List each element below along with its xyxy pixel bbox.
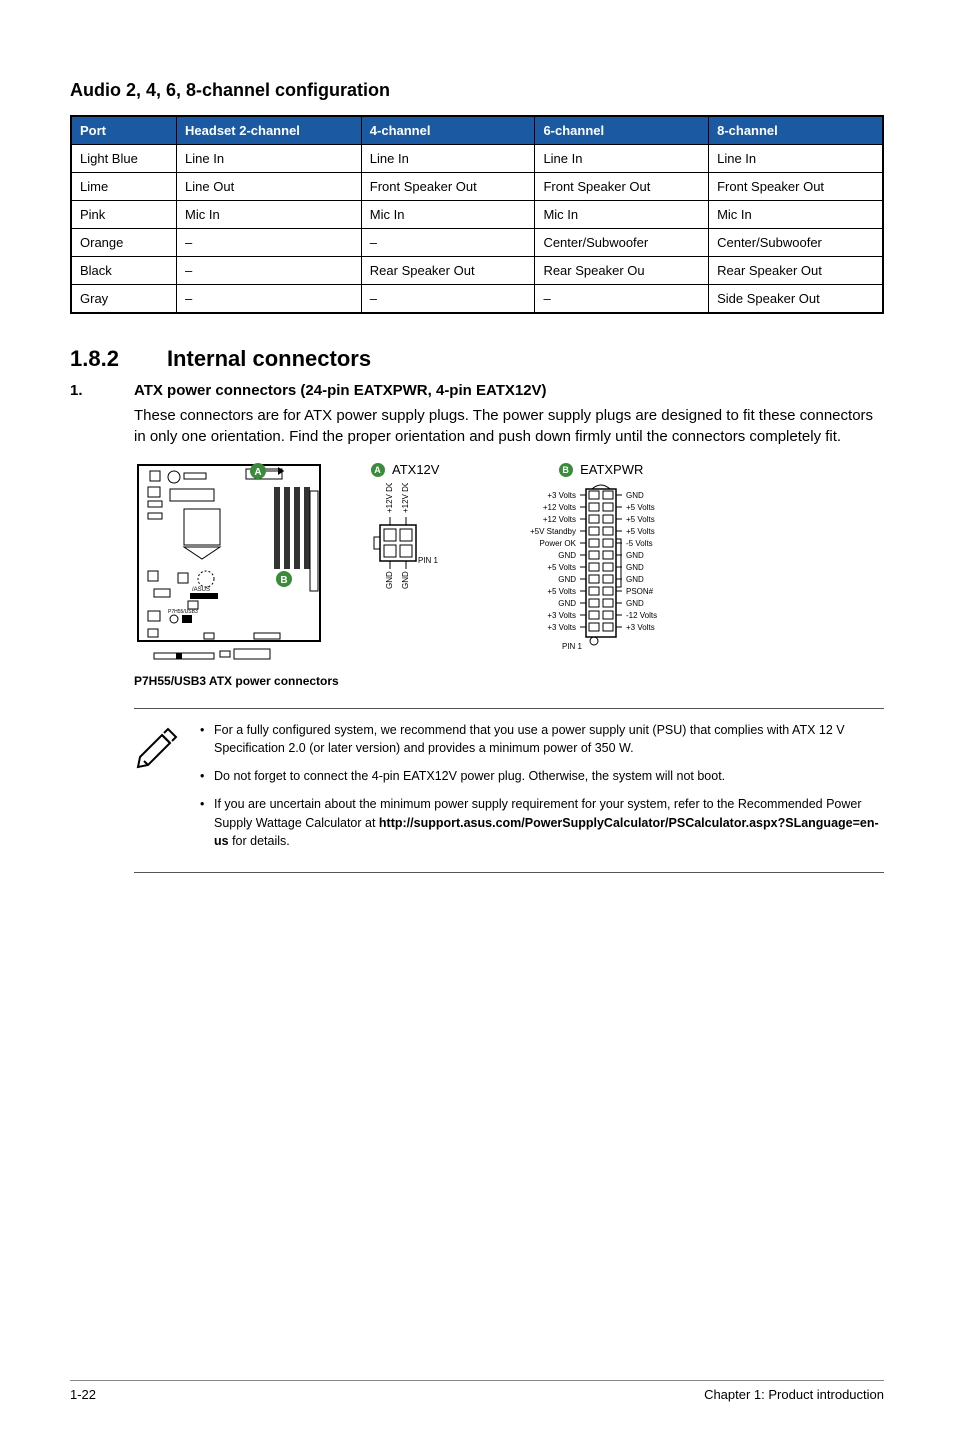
th-4ch: 4-channel (361, 116, 535, 145)
svg-text:GND: GND (401, 571, 410, 589)
footer-chapter: Chapter 1: Product introduction (704, 1387, 884, 1402)
table-row: LimeLine OutFront Speaker OutFront Speak… (71, 173, 883, 201)
connector-diagram: A B /ASUS P7H55/USB3 (134, 461, 884, 688)
table-cell: Mic In (177, 201, 362, 229)
svg-text:+5 Volts: +5 Volts (626, 515, 655, 524)
audio-config-table: Port Headset 2-channel 4-channel 6-chann… (70, 115, 884, 314)
table-cell: Gray (71, 285, 177, 314)
table-cell: – (535, 285, 709, 314)
table-row: Orange––Center/SubwooferCenter/Subwoofer (71, 229, 883, 257)
item1-body: These connectors are for ATX power suppl… (134, 405, 884, 447)
table-cell: – (361, 285, 535, 314)
table-cell: Rear Speaker Out (361, 257, 535, 285)
table-cell: Mic In (361, 201, 535, 229)
table-cell: Line In (361, 145, 535, 173)
table-row: Light BlueLine InLine InLine InLine In (71, 145, 883, 173)
list-item: Do not forget to connect the 4-pin EATX1… (200, 767, 884, 785)
svg-text:+12 Volts: +12 Volts (543, 515, 576, 524)
svg-text:PIN 1: PIN 1 (418, 556, 439, 565)
svg-text:+5 Volts: +5 Volts (626, 527, 655, 536)
svg-text:P7H55/USB3: P7H55/USB3 (168, 609, 198, 615)
table-cell: Pink (71, 201, 177, 229)
diagram-caption: P7H55/USB3 ATX power connectors (134, 674, 884, 688)
section-number: 1.8.2 (70, 346, 119, 372)
audio-config-title: Audio 2, 4, 6, 8-channel configuration (70, 80, 884, 101)
table-cell: Front Speaker Out (361, 173, 535, 201)
th-port: Port (71, 116, 177, 145)
table-row: Gray–––Side Speaker Out (71, 285, 883, 314)
svg-text:-5 Volts: -5 Volts (626, 539, 653, 548)
table-cell: Mic In (709, 201, 883, 229)
svg-text:+3 Volts: +3 Volts (547, 491, 576, 500)
th-2ch: Headset 2-channel (177, 116, 362, 145)
svg-text:A: A (254, 467, 261, 478)
svg-text:GND: GND (558, 551, 576, 560)
th-8ch: 8-channel (709, 116, 883, 145)
list-item: For a fully configured system, we recomm… (200, 721, 884, 757)
item1-number: 1. (70, 382, 106, 399)
table-cell: Side Speaker Out (709, 285, 883, 314)
table-cell: Line In (177, 145, 362, 173)
svg-text:GND: GND (626, 563, 644, 572)
svg-text:+3 Volts: +3 Volts (547, 611, 576, 620)
marker-a-icon: A (371, 463, 385, 477)
page-footer: 1-22 Chapter 1: Product introduction (70, 1380, 884, 1402)
atx12v-label: ATX12V (392, 462, 439, 477)
svg-text:+5 Volts: +5 Volts (547, 563, 576, 572)
svg-text:/ASUS: /ASUS (192, 587, 210, 593)
svg-text:-12 Volts: -12 Volts (626, 611, 657, 620)
svg-text:+5 Volts: +5 Volts (626, 503, 655, 512)
table-cell: Center/Subwoofer (709, 229, 883, 257)
marker-b-icon: B (559, 463, 573, 477)
svg-text:+12 Volts: +12 Volts (543, 503, 576, 512)
table-cell: Lime (71, 173, 177, 201)
svg-text:GND: GND (626, 551, 644, 560)
notes-list: For a fully configured system, we recomm… (200, 721, 884, 860)
table-row: Black–Rear Speaker OutRear Speaker OuRea… (71, 257, 883, 285)
svg-text:+3 Volts: +3 Volts (547, 623, 576, 632)
svg-text:GND: GND (626, 599, 644, 608)
footer-page-number: 1-22 (70, 1387, 96, 1402)
motherboard-outline-icon: A B /ASUS P7H55/USB3 (134, 461, 324, 666)
table-cell: Center/Subwoofer (535, 229, 709, 257)
svg-text:+12V DC: +12V DC (385, 483, 394, 513)
list-item: If you are uncertain about the minimum p… (200, 795, 884, 849)
table-cell: – (177, 257, 362, 285)
section-title: Internal connectors (167, 346, 371, 372)
svg-text:GND: GND (626, 491, 644, 500)
item1-title: ATX power connectors (24-pin EATXPWR, 4-… (134, 382, 547, 399)
table-cell: – (177, 285, 362, 314)
svg-text:PSON#: PSON# (626, 587, 654, 596)
table-row: PinkMic InMic InMic InMic In (71, 201, 883, 229)
th-6ch: 6-channel (535, 116, 709, 145)
table-cell: Black (71, 257, 177, 285)
table-cell: – (177, 229, 362, 257)
table-cell: Rear Speaker Ou (535, 257, 709, 285)
table-cell: Orange (71, 229, 177, 257)
table-cell: Line Out (177, 173, 362, 201)
svg-text:+3 Volts: +3 Volts (626, 623, 655, 632)
table-cell: Light Blue (71, 145, 177, 173)
eatxpwr-connector-icon: +3 Volts GND +12 Volts +5 Volts +12 Volts +5 … (486, 483, 716, 653)
svg-text:B: B (280, 575, 287, 586)
table-cell: Rear Speaker Out (709, 257, 883, 285)
svg-text:+5V Standby: +5V Standby (530, 527, 576, 536)
svg-text:GND: GND (385, 571, 394, 589)
svg-text:GND: GND (558, 599, 576, 608)
svg-text:Power OK: Power OK (540, 539, 577, 548)
table-cell: Mic In (535, 201, 709, 229)
table-cell: Line In (535, 145, 709, 173)
svg-text:GND: GND (558, 575, 576, 584)
svg-text:GND: GND (626, 575, 644, 584)
table-cell: Line In (709, 145, 883, 173)
svg-text:+5 Volts: +5 Volts (547, 587, 576, 596)
eatxpwr-label: EATXPWR (580, 462, 643, 477)
atx12v-connector-icon: +12V DC +12V DC GND GND PIN 1 (360, 483, 450, 593)
pencil-note-icon (134, 723, 182, 771)
svg-text:PIN 1: PIN 1 (562, 642, 583, 651)
svg-text:+12V DC: +12V DC (401, 483, 410, 513)
table-cell: Front Speaker Out (535, 173, 709, 201)
table-cell: – (361, 229, 535, 257)
table-cell: Front Speaker Out (709, 173, 883, 201)
